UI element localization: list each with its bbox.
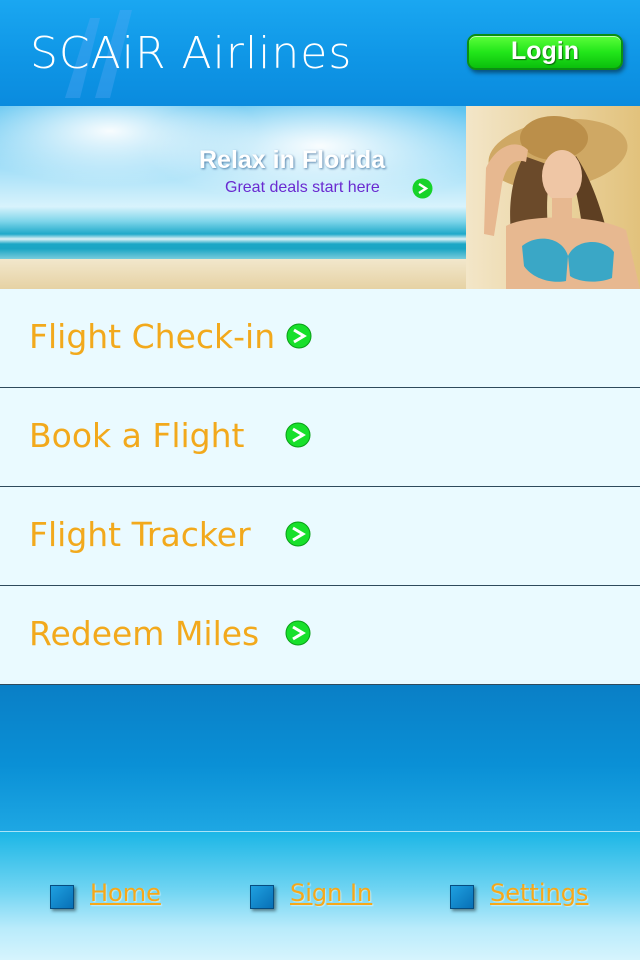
green-arrow-icon[interactable] xyxy=(286,323,312,349)
footer-link-label: Home xyxy=(90,879,161,907)
green-arrow-icon[interactable] xyxy=(285,422,311,448)
footer-link-label: Settings xyxy=(490,879,589,907)
footer-link-label: Sign In xyxy=(290,879,373,907)
promo-banner[interactable]: Relax in Florida Great deals start here xyxy=(0,106,640,289)
main-menu: Flight Check-in Book a Flight Flight Tra… xyxy=(0,289,640,685)
app-header: SCAiR Airlines Login xyxy=(0,0,640,106)
menu-item-label: Redeem Miles xyxy=(29,614,260,653)
footer-nav: Home Sign In Settings xyxy=(0,831,640,960)
green-arrow-icon[interactable] xyxy=(285,620,311,646)
menu-item-label: Flight Check-in xyxy=(29,317,276,356)
login-button[interactable]: Login xyxy=(467,34,623,70)
menu-item-flight-check-in[interactable]: Flight Check-in xyxy=(0,289,640,388)
menu-item-redeem-miles[interactable]: Redeem Miles xyxy=(0,586,640,685)
blue-square-icon xyxy=(250,885,274,909)
menu-item-label: Book a Flight xyxy=(29,416,245,455)
content-spacer xyxy=(0,685,640,831)
menu-item-label: Flight Tracker xyxy=(29,515,251,554)
blue-square-icon xyxy=(450,885,474,909)
banner-subtitle-link[interactable]: Great deals start here xyxy=(225,179,380,197)
menu-item-book-a-flight[interactable]: Book a Flight xyxy=(0,388,640,487)
blue-square-icon xyxy=(50,885,74,909)
green-arrow-icon[interactable] xyxy=(285,521,311,547)
woman-in-sunhat-image xyxy=(466,106,640,289)
banner-title: Relax in Florida xyxy=(199,146,386,174)
green-arrow-icon[interactable] xyxy=(412,178,433,199)
menu-item-flight-tracker[interactable]: Flight Tracker xyxy=(0,487,640,586)
app-logo: SCAiR Airlines xyxy=(30,28,353,79)
